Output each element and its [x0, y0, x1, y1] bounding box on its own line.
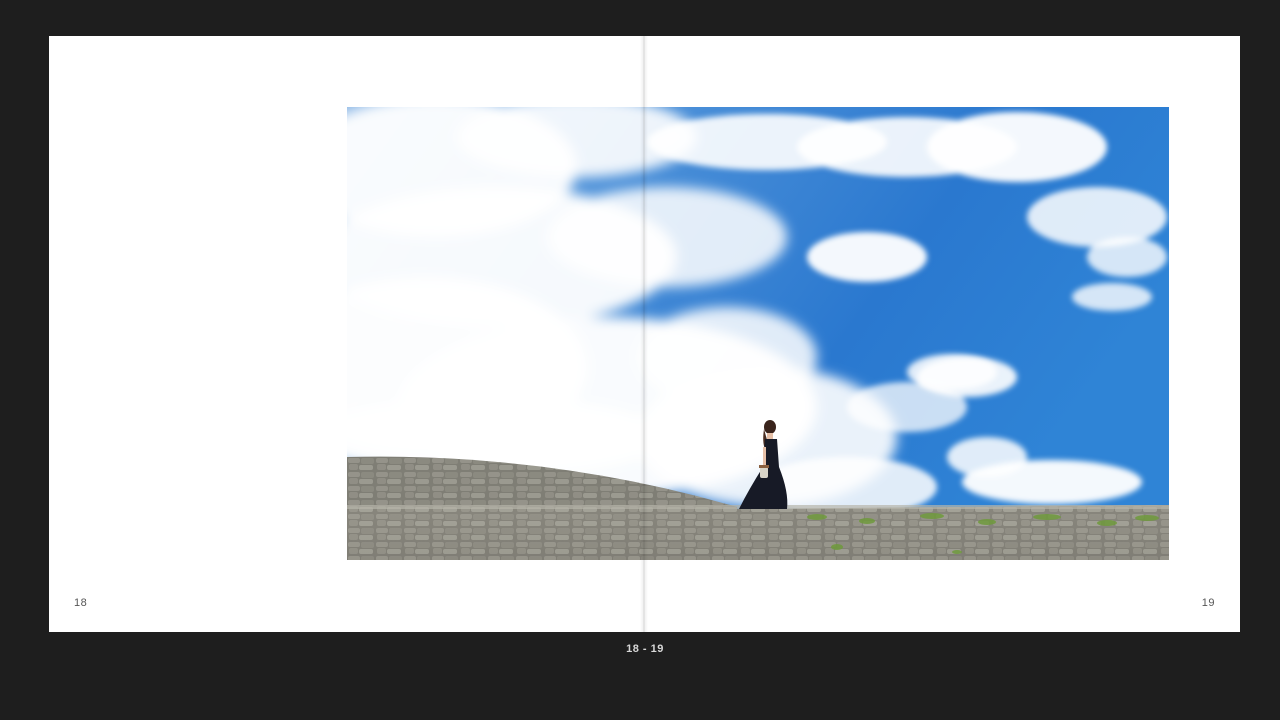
- spread-photo[interactable]: [347, 107, 1169, 560]
- book-spread[interactable]: 18 19: [49, 36, 1240, 632]
- page-number-left: 18: [74, 597, 88, 609]
- spread-page-indicator: 18 - 19: [626, 643, 664, 655]
- photobook-viewer: 18 19 18 - 19: [0, 0, 1280, 720]
- photo-image: [347, 107, 1169, 560]
- page-number-right: 19: [1201, 597, 1215, 609]
